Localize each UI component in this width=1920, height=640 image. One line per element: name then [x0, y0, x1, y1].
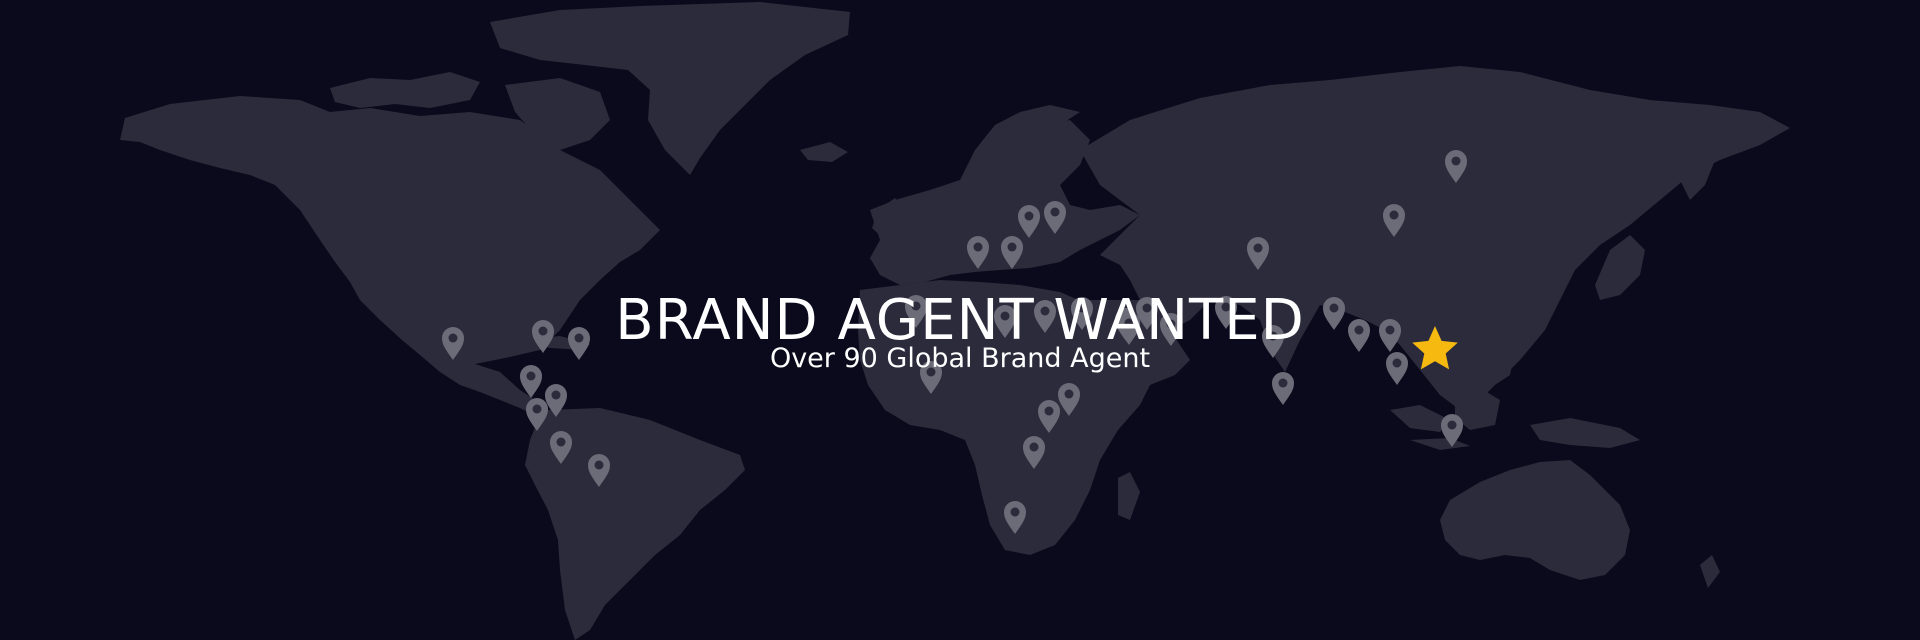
new-guinea-landmass — [1530, 418, 1640, 448]
brand-agent-banner: BRAND AGENT WANTED Over 90 Global Brand … — [0, 0, 1920, 640]
map-pin-icon[interactable] — [1272, 372, 1294, 405]
australia-landmass — [1440, 460, 1630, 580]
iceland-landmass — [800, 142, 848, 162]
new-zealand-landmass — [1700, 555, 1720, 588]
arctic-islands-landmass — [330, 72, 480, 108]
java-landmass — [1410, 438, 1470, 450]
madagascar-landmass — [1118, 472, 1140, 520]
page-subtitle: Over 90 Global Brand Agent — [769, 343, 1151, 374]
indonesia-landmass — [1390, 405, 1450, 432]
